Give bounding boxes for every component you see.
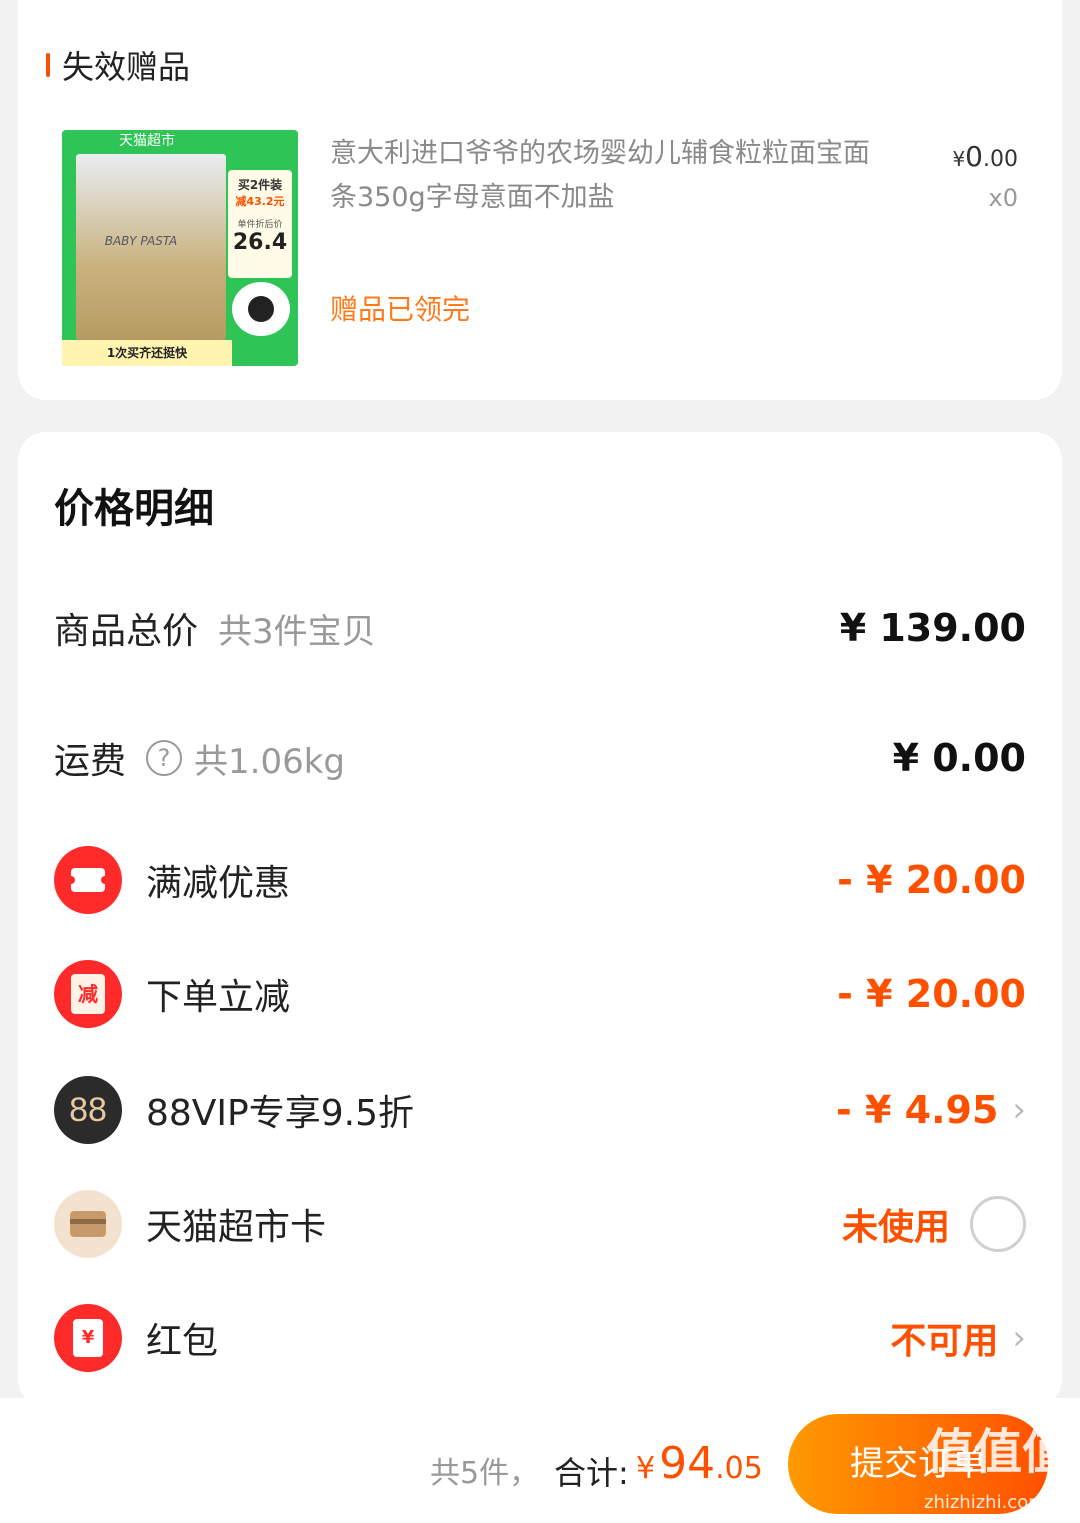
- order-discount-amount: - ¥ 20.00: [837, 972, 1026, 1016]
- red-packet-icon-text: ¥: [73, 1319, 103, 1357]
- price-dec: .00: [983, 147, 1018, 172]
- gift-product-price: ¥0.00: [952, 140, 1018, 173]
- box-label: BABY PASTA: [104, 234, 178, 248]
- row-sub: 共3件宝贝: [218, 611, 376, 652]
- watermark-logo: 值值值: [926, 1424, 1071, 1480]
- row-red-packet[interactable]: ¥ 红包 不可用 ›: [54, 1298, 1026, 1378]
- vip-discount-amount: - ¥ 4.95: [835, 1088, 999, 1132]
- vip88-icon-text: 88: [69, 1090, 107, 1129]
- shipping-amount: ¥ 0.00: [892, 736, 1026, 780]
- card-icon: [54, 1190, 122, 1258]
- row-tmall-card[interactable]: 天猫超市卡 未使用: [54, 1184, 1026, 1264]
- bottom-bar: 共5件， 合计: ¥94.05 提交订单: [0, 1398, 1080, 1523]
- total-label: 合计:: [554, 1454, 629, 1492]
- total-dec: .05: [715, 1451, 763, 1486]
- item-count: 共5件，: [430, 1456, 540, 1491]
- gift-card: 失效赠品 天猫超市 BABY PASTA 买2件装 减43.2元 单件折后价 2…: [18, 0, 1062, 400]
- watermark-url: zhizhizhi.com: [924, 1492, 1046, 1513]
- red-packet-icon: ¥: [54, 1304, 122, 1372]
- row-shipping: 运费 ? 共1.06kg ¥ 0.00: [54, 718, 1026, 798]
- price-detail-title: 价格明细: [54, 486, 214, 532]
- row-label: 红包: [146, 1321, 219, 1362]
- row-label: 下单立减: [146, 977, 291, 1018]
- total-amount: ¥94.05: [636, 1438, 763, 1489]
- tmall-cat-icon: [232, 282, 290, 336]
- vip88-icon: 88: [54, 1076, 122, 1144]
- unit-price-label: 单件折后价: [237, 220, 283, 230]
- row-label: 运费: [54, 741, 127, 782]
- row-label: 满减优惠: [146, 863, 291, 904]
- tmall-card-radio[interactable]: [970, 1196, 1026, 1252]
- gift-section-header: 失效赠品: [46, 42, 190, 88]
- price-detail-card: 价格明细 商品总价 共3件宝贝 ¥ 139.00 运费 ? 共1.06kg ¥ …: [18, 432, 1062, 1407]
- total-int: 94: [659, 1438, 716, 1489]
- row-order-discount[interactable]: 减 下单立减 - ¥ 20.00: [54, 954, 1026, 1034]
- promo-line2: 减43.2元: [235, 195, 285, 208]
- row-goods-total: 商品总价 共3件宝贝 ¥ 139.00: [54, 588, 1026, 668]
- chevron-right-icon[interactable]: ›: [1012, 1318, 1026, 1358]
- product-box: BABY PASTA: [76, 154, 226, 340]
- ticket-icon: [54, 846, 122, 914]
- gift-product-image[interactable]: 天猫超市 BABY PASTA 买2件装 减43.2元 单件折后价 26.4 1…: [62, 130, 298, 366]
- gift-product-name[interactable]: 意大利进口爷爷的农场婴幼儿辅食粒粒面宝面条350g字母意面不加盐: [330, 132, 890, 220]
- row-label: 88VIP专享9.5折: [146, 1093, 415, 1134]
- price-int: 0: [965, 140, 983, 173]
- row-sub: 共1.06kg: [194, 741, 345, 782]
- tmall-card-status: 未使用: [841, 1207, 950, 1248]
- gift-section-title: 失效赠品: [62, 48, 191, 86]
- gift-product-qty: x0: [988, 184, 1018, 212]
- section-accent-bar: [46, 53, 50, 77]
- goods-total-amount: ¥ 139.00: [839, 606, 1026, 650]
- chevron-right-icon[interactable]: ›: [1012, 1090, 1026, 1130]
- price-yen: ¥: [952, 147, 966, 171]
- jian-icon-text: 减: [71, 974, 105, 1014]
- gift-status: 赠品已领完: [330, 293, 471, 326]
- row-88vip[interactable]: 88 88VIP专享9.5折 - ¥ 4.95 ›: [54, 1070, 1026, 1150]
- total-yen: ¥: [636, 1451, 656, 1486]
- unit-price: 26.4: [232, 230, 288, 255]
- help-icon[interactable]: ?: [146, 740, 183, 776]
- image-brand-text: 天猫超市: [119, 133, 175, 149]
- row-label: 天猫超市卡: [146, 1207, 327, 1248]
- jian-icon: 减: [54, 960, 122, 1028]
- row-full-discount[interactable]: 满减优惠 - ¥ 20.00: [54, 840, 1026, 920]
- promo-line1: 买2件装: [237, 178, 283, 192]
- row-label: 商品总价: [54, 611, 199, 652]
- full-discount-amount: - ¥ 20.00: [837, 858, 1026, 902]
- promo-tag: 买2件装 减43.2元 单件折后价 26.4: [228, 170, 292, 278]
- image-bottom-text: 1次买齐还挺快: [62, 340, 232, 366]
- red-packet-status: 不可用: [890, 1321, 999, 1362]
